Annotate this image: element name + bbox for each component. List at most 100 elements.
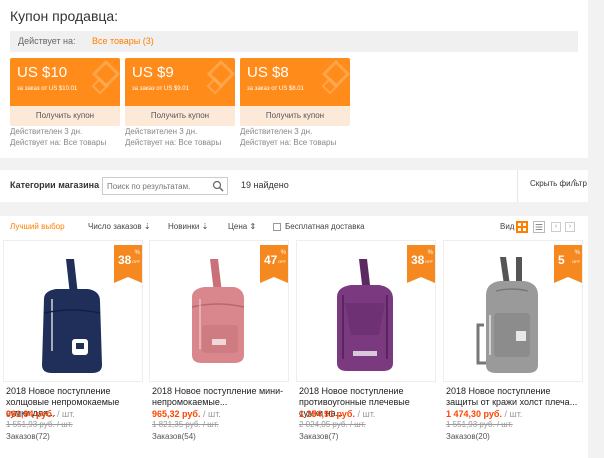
chevron-up-icon: ⌃: [571, 178, 578, 187]
sort-best-match[interactable]: Лучший выбор: [10, 216, 65, 238]
view-label: Вид: [500, 222, 515, 231]
old-price-unit: / шт.: [56, 420, 73, 429]
search-box: [102, 177, 228, 195]
discount-badge: 38 % OFF: [114, 245, 142, 283]
discount-value: 38: [118, 253, 132, 267]
discount-value: 5: [558, 253, 565, 267]
hide-filter-label: Скрыть фильтр: [530, 179, 587, 188]
discount-percent: %: [134, 250, 140, 256]
discount-percent: %: [280, 250, 286, 256]
coupon-applies: Действует на: Все товары: [240, 138, 337, 147]
price-value: 1 474,30 руб.: [446, 409, 502, 419]
discount-value: 47: [264, 253, 278, 267]
coupon-validity: Действителен 3 дн.: [125, 127, 198, 136]
sort-arrow-icon: ⇣: [201, 222, 209, 231]
coupon-applies: Действует на: Все товары: [10, 138, 107, 147]
free-shipping-checkbox[interactable]: [273, 223, 281, 231]
product-price: 961,94 руб. / шт.: [6, 409, 75, 419]
coupon-applies: Действует на: Все товары: [125, 138, 222, 147]
search-input[interactable]: [103, 178, 207, 194]
coupon-face: US $9 за заказ от US $9.01: [125, 58, 235, 106]
coupon-validity: Действителен 3 дн.: [10, 127, 83, 136]
product-grid: 38 % OFF 2018 Новое поступление холщовые…: [0, 238, 588, 458]
hide-filter-button[interactable]: Скрыть фильтр ⌃: [517, 170, 588, 202]
sling-bag-image: [337, 259, 393, 371]
sort-new-label: Новинки: [168, 222, 200, 231]
coupon-amount: US $9: [132, 64, 174, 81]
price-unit: / шт.: [357, 409, 376, 419]
coupon-meta: Действителен 3 дн. Действует на: Все тов…: [240, 126, 360, 148]
coupon-condition: за заказ от US $10.01: [17, 86, 78, 92]
sling-bag-image: [191, 259, 245, 363]
list-view-icon[interactable]: [533, 221, 545, 233]
price-unit: / шт.: [203, 409, 221, 419]
sling-bag-image: [42, 259, 102, 373]
coupon-card: US $8 за заказ от US $8.01 Получить купо…: [240, 58, 350, 126]
sling-bag-image: [476, 257, 538, 373]
old-price-value: 1 551,93 руб.: [6, 420, 55, 429]
prev-page-icon[interactable]: ‹: [551, 222, 561, 232]
sort-orders[interactable]: Число заказов ⇣: [88, 216, 151, 238]
coupon-face: US $8 за заказ от US $8.01: [240, 58, 350, 106]
sort-arrow-icon: ⇣: [143, 222, 151, 231]
order-count: Заказов(20): [446, 432, 490, 441]
coupon-face: US $10 за заказ от US $10.01: [10, 58, 120, 106]
sort-orders-label: Число заказов: [88, 222, 142, 231]
grid-view-icon[interactable]: [516, 221, 528, 233]
product-price: 965,32 руб. / шт.: [152, 409, 221, 419]
discount-off: OFF: [572, 259, 580, 264]
coupon-amount: US $8: [247, 64, 289, 81]
order-count: Заказов(72): [6, 432, 50, 441]
get-coupon-button[interactable]: Получить купон: [240, 106, 350, 126]
scope-value-link[interactable]: Все товары (3): [92, 31, 154, 52]
next-page-icon[interactable]: ›: [565, 222, 575, 232]
old-price-unit: / шт.: [496, 420, 513, 429]
get-coupon-button[interactable]: Получить купон: [10, 106, 120, 126]
coupon-panel: Купон продавца: Действует на: Все товары…: [0, 0, 588, 158]
price-unit: / шт.: [57, 409, 75, 419]
product-card[interactable]: 47 % OFF 2018 Новое поступление мини-неп…: [149, 240, 289, 458]
free-shipping-label[interactable]: Бесплатная доставка: [285, 216, 365, 238]
coupon-amount: US $10: [17, 64, 68, 81]
results-count: 19 найдено: [241, 180, 289, 190]
discount-off: OFF: [425, 259, 433, 264]
old-price-value: 2 024,05 руб.: [299, 420, 348, 429]
discount-off: OFF: [132, 259, 140, 264]
product-image[interactable]: 38 % OFF: [296, 240, 436, 382]
product-card[interactable]: 38 % OFF 2018 Новое поступление противоу…: [296, 240, 436, 458]
old-price: 1 821,35 руб. / шт.: [152, 420, 219, 429]
product-image[interactable]: 5 % OFF: [443, 240, 583, 382]
coupon-card: US $10 за заказ от US $10.01 Получить ку…: [10, 58, 120, 126]
old-price: 1 551,93 руб. / шт.: [6, 420, 73, 429]
price-value: 961,94 руб.: [6, 409, 55, 419]
price-unit: / шт.: [504, 409, 523, 419]
discount-percent: %: [427, 250, 433, 256]
get-coupon-button[interactable]: Получить купон: [125, 106, 235, 126]
product-card[interactable]: 5 % OFF 2018 Новое поступление защиты от…: [443, 240, 583, 458]
coupon-meta: Действителен 3 дн. Действует на: Все тов…: [10, 126, 130, 148]
old-price: 2 024,05 руб. / шт.: [299, 420, 366, 429]
old-price-value: 1 551,93 руб.: [446, 420, 495, 429]
order-count: Заказов(7): [299, 432, 339, 441]
discount-off: OFF: [278, 259, 286, 264]
discount-badge: 5 % OFF: [554, 245, 582, 283]
coupon-title: Купон продавца:: [10, 8, 119, 24]
product-price: 1 474,30 руб. / шт.: [446, 409, 522, 419]
sort-price[interactable]: Цена ⇕: [228, 216, 256, 238]
search-icon[interactable]: [212, 180, 224, 192]
discount-value: 38: [411, 253, 425, 267]
store-categories-link[interactable]: Категории магазина >: [10, 180, 107, 190]
order-count: Заказов(54): [152, 432, 196, 441]
old-price-value: 1 821,35 руб.: [152, 420, 201, 429]
sort-bar: Лучший выбор Число заказов ⇣ Новинки ⇣ Ц…: [0, 216, 588, 238]
coupon-scope-bar: Действует на: Все товары (3): [10, 31, 578, 52]
old-price: 1 551,93 руб. / шт.: [446, 420, 513, 429]
product-image[interactable]: 38 % OFF: [3, 240, 143, 382]
discount-badge: 47 % OFF: [260, 245, 288, 283]
old-price-unit: / шт.: [349, 420, 366, 429]
product-image[interactable]: 47 % OFF: [149, 240, 289, 382]
product-card[interactable]: 38 % OFF 2018 Новое поступление холщовые…: [3, 240, 143, 458]
coupon-validity: Действителен 3 дн.: [240, 127, 313, 136]
discount-badge: 38 % OFF: [407, 245, 435, 283]
sort-new[interactable]: Новинки ⇣: [168, 216, 208, 238]
